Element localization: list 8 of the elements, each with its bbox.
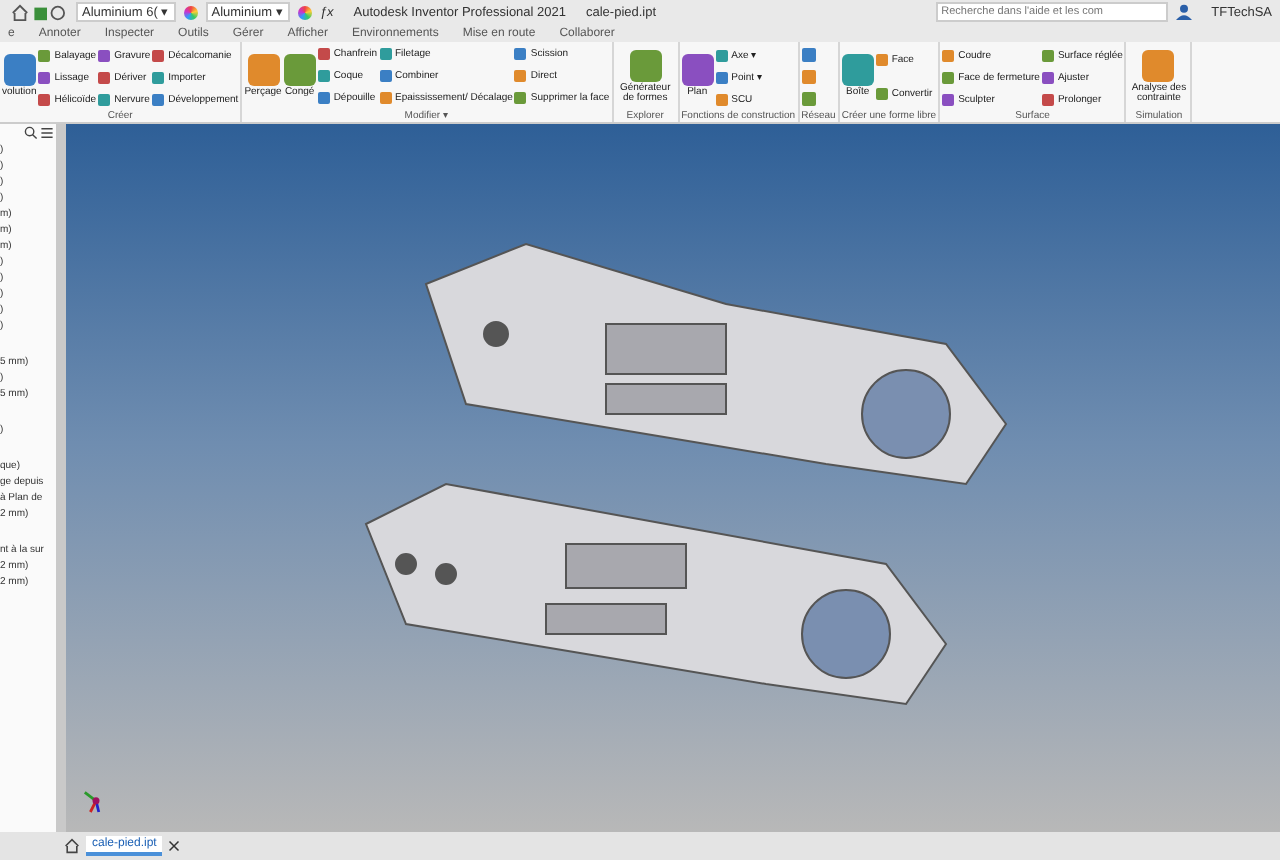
home-icon[interactable] bbox=[64, 838, 80, 854]
search-icon[interactable] bbox=[24, 126, 38, 140]
menu-icon[interactable] bbox=[40, 126, 54, 140]
appearance-ball-icon[interactable] bbox=[297, 5, 312, 19]
user-icon[interactable] bbox=[1175, 4, 1192, 20]
close-icon[interactable] bbox=[168, 840, 181, 852]
appearance-ball-icon[interactable] bbox=[183, 5, 198, 19]
quick-access-icon[interactable] bbox=[8, 3, 68, 21]
